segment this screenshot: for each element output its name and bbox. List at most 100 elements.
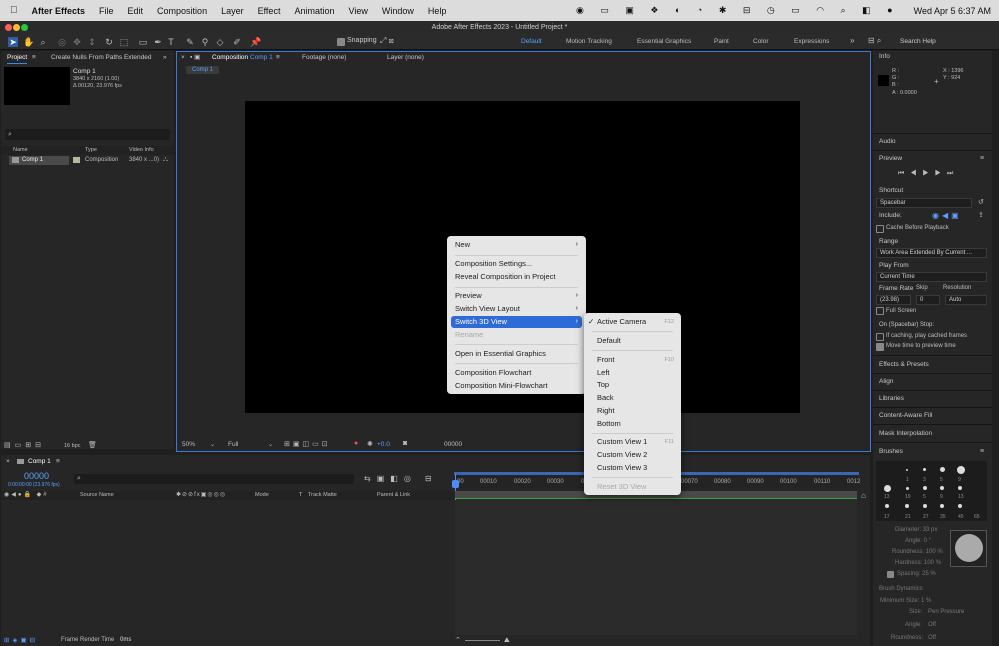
search-help-input[interactable]: Search Help <box>900 38 936 45</box>
zoom-window-icon[interactable] <box>21 24 28 31</box>
workspace-paint[interactable]: Paint <box>714 38 729 45</box>
search-help-icon[interactable]: ⊟ ⌕ <box>868 36 881 46</box>
exposure-value[interactable]: +0.0 <box>377 441 390 448</box>
brush-angle[interactable]: Angle: 0 ° <box>905 538 931 544</box>
playhead-handle[interactable] <box>452 480 459 488</box>
submenu-item-default[interactable]: Default <box>597 335 621 347</box>
zoom-tool-icon[interactable]: ⌕ <box>38 37 48 47</box>
brush-tip[interactable] <box>906 469 908 471</box>
submenu-item-custom-view-1[interactable]: Custom View 1 <box>597 436 647 448</box>
flowchart-icon[interactable]: ⛬ <box>163 156 168 164</box>
panel-menu-icon[interactable]: ≡ <box>980 155 984 162</box>
cache-checkbox[interactable] <box>876 225 884 233</box>
menu-effect[interactable]: Effect <box>251 6 288 16</box>
range-select[interactable]: Work Area Extended By Current ... <box>876 248 987 258</box>
brush-tip[interactable] <box>940 504 944 508</box>
col-mode[interactable]: Mode <box>255 492 269 498</box>
brush-tip[interactable] <box>958 486 962 490</box>
roto-brush-tool-icon[interactable]: ✐ <box>232 37 242 47</box>
tab-footage[interactable]: Footage (none) <box>302 52 346 64</box>
hand-tool-icon[interactable]: ✋ <box>23 37 34 47</box>
skip-select[interactable]: 0 <box>916 295 940 305</box>
menu-item-reveal-composition[interactable]: Reveal Composition in Project <box>455 271 555 283</box>
type-tool-icon[interactable]: T <box>166 37 176 47</box>
project-menu-icon[interactable]: ≡ <box>32 52 36 64</box>
snap-options-icon[interactable]: ⤢ ⊠ <box>380 36 394 46</box>
comp-close-icon[interactable]: × <box>181 52 185 64</box>
exposure-icon[interactable]: ✺ <box>367 440 373 448</box>
menu-item-new[interactable]: New <box>455 239 470 251</box>
view-options-icons[interactable]: ⊞▣◫▭⊡ <box>284 440 331 448</box>
clock[interactable]: Wed Apr 5 6:37 AM <box>907 6 999 16</box>
tab-create-nulls[interactable]: Create Nulls From Paths Extended <box>51 52 151 64</box>
menu-item-composition-mini-flowchart[interactable]: Composition Mini-Flowchart <box>455 380 548 392</box>
pan-tool-icon[interactable]: ✥ <box>72 37 82 47</box>
submenu-item-top[interactable]: Top <box>597 379 609 391</box>
apple-icon[interactable]:  <box>0 5 25 16</box>
include-icons[interactable]: ◉◀▣ <box>932 211 962 220</box>
brush-diameter[interactable]: Diameter: 33 px <box>895 527 937 533</box>
brushes-title[interactable]: Brushes <box>879 448 903 455</box>
zoom-slider[interactable]: ⌃ ⛰ <box>455 636 510 645</box>
timeline-graph-area[interactable] <box>455 500 857 635</box>
menu-item-switch-3d-view[interactable]: Switch 3D View <box>455 316 507 328</box>
brush-tip[interactable] <box>940 467 945 472</box>
brush-tip[interactable] <box>923 468 926 471</box>
workspace-motion-tracking[interactable]: Motion Tracking <box>566 38 612 45</box>
menu-item-composition-settings[interactable]: Composition Settings... <box>455 258 532 270</box>
snapshot-icon[interactable]: ◙ <box>403 440 407 447</box>
submenu-item-bottom[interactable]: Bottom <box>597 418 621 430</box>
menu-view[interactable]: View <box>341 6 374 16</box>
preview-title[interactable]: Preview <box>879 155 902 162</box>
full-screen-checkbox[interactable] <box>876 307 884 315</box>
clone-stamp-tool-icon[interactable]: ⚲ <box>200 37 210 47</box>
label-swatch[interactable] <box>73 157 80 163</box>
bit-depth[interactable]: 16 bpc <box>64 443 81 449</box>
brush-tool-icon[interactable]: ✎ <box>185 37 195 47</box>
panel-overflow-icon[interactable]: » <box>163 52 167 64</box>
pen-tool-icon[interactable]: ✒ <box>153 37 163 47</box>
col-parent[interactable]: Parent & Link <box>377 492 410 498</box>
timeline-switch-icons[interactable]: ⇆▣◧◎ ⊟ <box>364 474 438 483</box>
frame-rate-select[interactable]: (23.98) <box>876 295 911 305</box>
timeline-search-input[interactable]: ⌕ <box>74 474 354 484</box>
export-icon[interactable]: ⇪ <box>978 211 984 219</box>
timeline-close-icon[interactable]: × <box>6 456 10 468</box>
playback-controls-icons[interactable]: ⏮◀▶▶⏭ <box>898 170 959 178</box>
comp-lock-icon[interactable]: ▪ ▣ <box>190 52 200 64</box>
menu-window[interactable]: Window <box>375 6 421 16</box>
menu-layer[interactable]: Layer <box>214 6 251 16</box>
brush-tip[interactable] <box>906 487 909 490</box>
snapping-checkbox[interactable] <box>337 38 345 46</box>
tab-composition-prefix[interactable]: Composition <box>212 52 248 64</box>
trash-icon[interactable]: 🗑 <box>88 441 97 449</box>
comp-menu-icon[interactable]: ≡ <box>276 52 280 64</box>
brush-tip-selected[interactable] <box>884 485 891 492</box>
menu-file[interactable]: File <box>92 6 121 16</box>
brush-tip[interactable] <box>905 504 909 508</box>
content-aware-fill-title[interactable]: Content-Aware Fill <box>879 412 932 419</box>
workspace-expressions[interactable]: Expressions <box>794 38 829 45</box>
submenu-item-right[interactable]: Right <box>597 405 615 417</box>
project-search-input[interactable]: ⌕ <box>5 129 170 140</box>
comp-breadcrumb[interactable]: Comp 1 <box>186 66 220 74</box>
audio-title[interactable]: Audio <box>879 138 896 145</box>
puppet-pin-tool-icon[interactable]: 📌 <box>250 37 261 47</box>
dolly-tool-icon[interactable]: ⇕ <box>87 37 97 47</box>
col-source-name[interactable]: Source Name <box>80 492 114 498</box>
libraries-title[interactable]: Libraries <box>879 395 904 402</box>
resolution-select[interactable]: Full <box>228 441 238 448</box>
brush-hardness[interactable]: Hardness: 100 % <box>895 560 941 566</box>
info-title[interactable]: Info <box>879 53 890 60</box>
submenu-item-active-camera[interactable]: Active Camera <box>597 316 646 328</box>
menu-composition[interactable]: Composition <box>150 6 214 16</box>
brush-spacing[interactable]: Spacing: 25 % <box>897 571 936 577</box>
project-footer-icons[interactable]: ▤▭⊞⊟ <box>4 441 45 449</box>
rotate-tool-icon[interactable]: ↻ <box>104 37 114 47</box>
tab-composition-name[interactable]: Comp 1 <box>250 52 273 64</box>
current-frame[interactable]: 00000 <box>444 441 462 448</box>
roundness-off-select[interactable]: Off <box>928 635 936 641</box>
resolution-select-preview[interactable]: Auto <box>945 295 987 305</box>
channel-icon[interactable]: ● <box>354 440 358 447</box>
spacing-checkbox[interactable] <box>887 571 894 578</box>
